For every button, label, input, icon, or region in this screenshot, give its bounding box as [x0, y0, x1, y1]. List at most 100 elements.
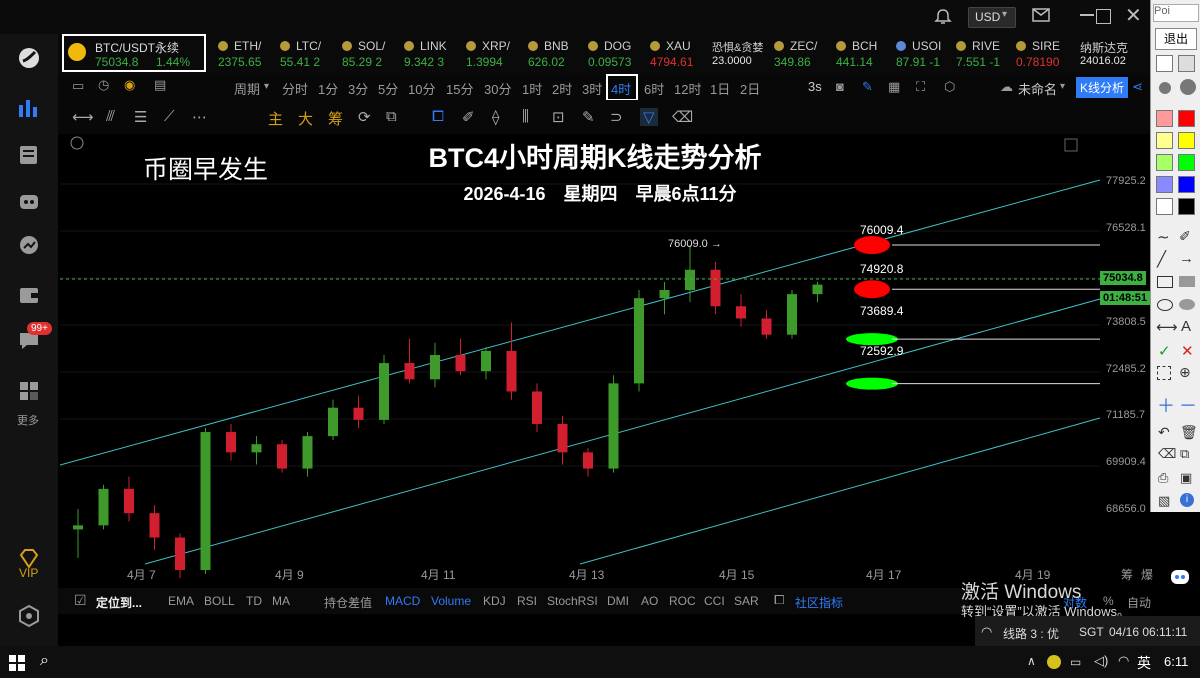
- refresh-icon[interactable]: ⟳: [358, 108, 371, 126]
- double-arrow-icon[interactable]: ⟷: [1156, 318, 1178, 336]
- ind-rsi[interactable]: RSI: [517, 594, 537, 608]
- text-tool-icon[interactable]: A: [1181, 318, 1191, 335]
- color-swatch-white[interactable]: [1156, 198, 1173, 215]
- ind-td[interactable]: TD: [246, 594, 262, 608]
- taskbar-search-icon[interactable]: ⌕: [40, 652, 49, 670]
- ind-dmi[interactable]: DMI: [607, 594, 629, 608]
- market-icon[interactable]: [17, 234, 41, 256]
- curve-tool-icon[interactable]: ∼: [1157, 228, 1170, 246]
- color-swatch-blue[interactable]: [1178, 176, 1195, 193]
- ind-boll[interactable]: BOLL: [204, 594, 235, 608]
- community-indicators-link[interactable]: 社区指标: [795, 594, 843, 611]
- size-dot-large-icon[interactable]: [1180, 79, 1196, 95]
- magnet-icon[interactable]: ⊃: [610, 108, 623, 126]
- color-swatch-yellow[interactable]: [1178, 132, 1195, 149]
- tf-3h[interactable]: 3时: [582, 79, 602, 98]
- tf-1m[interactable]: 1分: [318, 79, 338, 98]
- horizontal-line-icon[interactable]: ⟷: [72, 108, 94, 126]
- ticker-doge[interactable]: DOG 0.09573: [586, 34, 638, 74]
- compass-icon[interactable]: ◉: [124, 77, 135, 93]
- color-swatch-light-red[interactable]: [1156, 110, 1173, 127]
- line-status[interactable]: 线路 3 : 优: [1003, 625, 1059, 642]
- confirm-icon[interactable]: ✓: [1158, 342, 1171, 360]
- ruler-icon[interactable]: ⟠: [492, 108, 499, 126]
- candles-icon[interactable]: ⫼: [522, 108, 529, 125]
- info-icon[interactable]: i: [1180, 493, 1194, 507]
- tf-2d[interactable]: 2日: [740, 79, 760, 98]
- chip-axis-label[interactable]: 筹: [1121, 566, 1133, 583]
- windows-start-icon[interactable]: [9, 655, 25, 671]
- clock-icon[interactable]: ◷: [98, 77, 109, 93]
- rect-draw-icon[interactable]: [1157, 276, 1173, 288]
- kline-analysis-button[interactable]: K线分析: [1076, 77, 1129, 98]
- ticker-zec[interactable]: ZEC/349.86: [772, 34, 824, 74]
- taskbar-clock[interactable]: 6:11: [1164, 654, 1188, 669]
- period-label[interactable]: 周期: [234, 79, 260, 98]
- auto-scale-toggle[interactable]: 自动: [1127, 594, 1151, 611]
- chart-bars-icon[interactable]: [17, 96, 41, 118]
- ticker-usoil[interactable]: USOI 87.91 -1: [894, 34, 944, 74]
- cloud-icon[interactable]: ☁: [1000, 79, 1013, 95]
- delete-icon[interactable]: 🗑: [1180, 424, 1198, 441]
- ind-kdj[interactable]: KDJ: [483, 594, 506, 608]
- wallet-icon[interactable]: [17, 284, 41, 306]
- image-icon[interactable]: ▧: [1158, 493, 1170, 509]
- rect-fill-icon[interactable]: [1179, 276, 1195, 287]
- tf-30m[interactable]: 30分: [484, 79, 511, 98]
- ime-indicator[interactable]: 英: [1137, 653, 1151, 673]
- locate-button[interactable]: 定位到...: [96, 594, 142, 611]
- tf-12h[interactable]: 12时: [674, 79, 701, 98]
- ticker-bnb[interactable]: BNB 626.02: [526, 34, 576, 74]
- robot-icon[interactable]: [17, 190, 41, 212]
- ind-ema[interactable]: EMA: [168, 594, 194, 608]
- tf-1d[interactable]: 1日: [710, 79, 730, 98]
- ind-ma[interactable]: MA: [272, 594, 290, 608]
- undo-icon[interactable]: ↶: [1158, 424, 1170, 441]
- ind-cci[interactable]: CCI: [704, 594, 725, 608]
- ind-volume[interactable]: Volume: [431, 594, 471, 608]
- network-icon[interactable]: ◠: [1118, 653, 1129, 669]
- eraser-icon[interactable]: ✐: [1179, 228, 1191, 245]
- color-swatch-black[interactable]: [1178, 198, 1195, 215]
- vip-label[interactable]: VIP: [19, 566, 38, 580]
- interval-label[interactable]: 3s: [808, 79, 822, 94]
- battery-icon[interactable]: ▭: [1070, 655, 1081, 669]
- ind-ao[interactable]: AO: [641, 594, 658, 608]
- note-icon[interactable]: ✎: [582, 108, 595, 126]
- brush-small-swatch[interactable]: [1156, 55, 1173, 72]
- ticker-rive[interactable]: RIVE 7.551 -1: [954, 34, 1006, 74]
- restore-icon[interactable]: [1096, 9, 1111, 24]
- settings-hex-icon[interactable]: [17, 604, 41, 628]
- minus-icon[interactable]: －: [1179, 392, 1197, 418]
- settings-icon[interactable]: ⬡: [944, 79, 955, 95]
- tf-10m[interactable]: 10分: [408, 79, 435, 98]
- size-dot-icon[interactable]: [1159, 82, 1171, 94]
- ticker-sire[interactable]: SIRE 0.78190: [1014, 34, 1068, 74]
- color-swatch-red[interactable]: [1178, 110, 1195, 127]
- line-draw-icon[interactable]: ╱: [1157, 250, 1166, 268]
- logo-icon[interactable]: [17, 46, 41, 68]
- print-icon[interactable]: ⎙: [1158, 470, 1168, 486]
- ticker-sol[interactable]: SOL/85.29 2: [340, 34, 388, 74]
- ind-sar[interactable]: SAR: [734, 594, 759, 608]
- color-swatch-light-green[interactable]: [1156, 154, 1173, 171]
- assistant-robot-icon[interactable]: [1168, 566, 1192, 588]
- color-swatch-green[interactable]: [1178, 154, 1195, 171]
- pen-icon[interactable]: ✎: [862, 79, 873, 95]
- ellipse-draw-icon[interactable]: [1157, 299, 1173, 311]
- chart-type-icon[interactable]: ▭: [72, 78, 84, 94]
- ind-stochrsi[interactable]: StochRSI: [547, 594, 598, 608]
- ticker-nasdaq[interactable]: 纳斯达克 24016.02: [1078, 34, 1144, 74]
- trend-lines-icon[interactable]: ⫻: [106, 108, 115, 125]
- more-label[interactable]: 更多: [17, 412, 39, 428]
- chip-label[interactable]: 筹: [328, 108, 343, 129]
- camera-icon[interactable]: ◙: [836, 79, 844, 94]
- main-indicator-label[interactable]: 主: [268, 108, 283, 129]
- fullscreen-icon[interactable]: ⛶: [916, 79, 925, 95]
- calendar-icon[interactable]: ▤: [154, 77, 166, 93]
- chevron-down-icon[interactable]: ▾: [1060, 81, 1065, 92]
- ind-roc[interactable]: ROC: [669, 594, 696, 608]
- select-area-icon[interactable]: [1157, 366, 1171, 380]
- ticker-xau[interactable]: XAU 4794.61: [648, 34, 700, 74]
- large-order-label[interactable]: 大: [298, 108, 313, 129]
